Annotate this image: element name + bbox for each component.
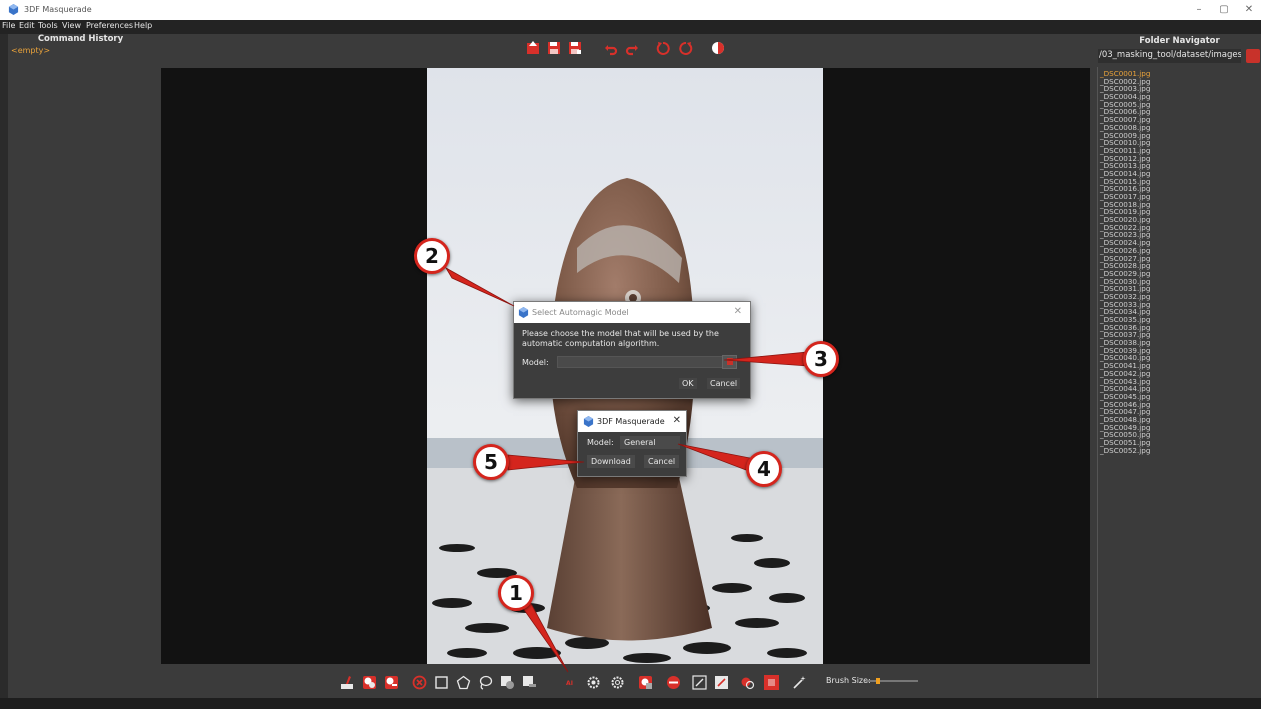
folder-path-field[interactable]: /03_masking_tool/dataset/images — [1098, 49, 1241, 63]
close-window-button[interactable]: ✕ — [1239, 3, 1259, 17]
automagic-settings-icon[interactable] — [586, 675, 601, 690]
settings-gear-icon[interactable] — [610, 675, 625, 690]
menu-help[interactable]: Help — [134, 21, 152, 30]
command-history-panel: Command History <empty> — [8, 34, 153, 698]
active-mode-icon[interactable] — [764, 675, 779, 690]
brush-size-handle[interactable] — [876, 678, 880, 684]
subtract-mask-icon[interactable] — [384, 675, 399, 690]
title-bar: 3DF Masquerade – ▢ ✕ — [0, 0, 1261, 20]
model-select[interactable]: General — [620, 436, 680, 449]
automagic-description: Please choose the model that will be use… — [522, 329, 719, 348]
rotate-right-icon[interactable] — [679, 40, 693, 56]
automagic-model-label: Model: — [522, 358, 549, 367]
ok-button[interactable]: OK — [679, 378, 697, 389]
callout-2: 2 — [414, 238, 450, 274]
mask-layer-icon[interactable] — [638, 675, 653, 690]
redo-icon[interactable] — [625, 40, 639, 56]
automagic-dialog-title: Select Automagic Model — [532, 308, 629, 317]
menu-bar: File Edit Tools View Preferences Help — [0, 20, 1261, 34]
menu-preferences[interactable]: Preferences — [86, 21, 133, 30]
lasso-tool-icon[interactable] — [478, 675, 493, 690]
open-image-icon[interactable] — [526, 40, 540, 56]
brush-size-label: Brush Size: — [826, 676, 871, 685]
callout-1: 1 — [498, 575, 534, 611]
app-logo-icon — [518, 307, 529, 318]
deselect-icon[interactable] — [412, 675, 427, 690]
download-dialog-close-button[interactable]: ✕ — [673, 415, 681, 426]
add-mask-icon[interactable] — [362, 675, 377, 690]
brush-size-slider[interactable] — [866, 676, 918, 686]
download-dialog-title: 3DF Masquerade — [597, 417, 665, 426]
download-model-dialog: 3DF Masquerade ✕ Model: General Download… — [577, 410, 687, 477]
fill-tool-icon[interactable] — [740, 675, 755, 690]
download-model-button[interactable] — [722, 355, 737, 369]
select-automagic-model-dialog: Select Automagic Model ✕ Please choose t… — [513, 301, 751, 399]
svg-text:AI: AI — [566, 680, 573, 687]
file-list: _DSC0001.jpg _DSC0002.jpg _DSC0003.jpg _DSC… — [1100, 70, 1150, 454]
browse-folder-button[interactable] — [1246, 49, 1260, 63]
app-logo-icon — [8, 4, 19, 15]
brush-add-icon[interactable] — [500, 675, 515, 690]
polygon-tool-icon[interactable] — [456, 675, 471, 690]
download-button[interactable]: Download — [587, 455, 635, 468]
automagic-dialog-titlebar: Select Automagic Model ✕ — [514, 302, 750, 323]
draw-line-filled-icon[interactable] — [714, 675, 729, 690]
draw-line-icon[interactable] — [692, 675, 707, 690]
callout-5: 5 — [473, 444, 509, 480]
menu-file[interactable]: File — [2, 21, 15, 30]
status-bar — [0, 698, 1261, 709]
maximize-button[interactable]: ▢ — [1214, 3, 1234, 17]
callout-4: 4 — [746, 451, 782, 487]
download-dialog-titlebar: 3DF Masquerade ✕ — [578, 411, 686, 432]
save-as-icon[interactable] — [568, 40, 582, 56]
clear-mask-broom-icon[interactable] — [340, 675, 355, 690]
callout-3: 3 — [803, 341, 839, 377]
window-title: 3DF Masquerade — [24, 5, 92, 14]
automagic-dialog-close-button[interactable]: ✕ — [734, 306, 742, 317]
save-icon[interactable] — [547, 40, 561, 56]
no-entry-icon[interactable] — [666, 675, 681, 690]
rotate-left-icon[interactable] — [656, 40, 670, 56]
download-model-label: Model: — [587, 438, 614, 447]
command-history-title: Command History — [8, 34, 153, 45]
brush-size-track[interactable] — [866, 680, 918, 682]
app-logo-icon — [583, 416, 594, 427]
automagic-model-field[interactable] — [557, 356, 727, 368]
download-cancel-button[interactable]: Cancel — [644, 455, 680, 468]
minimize-button[interactable]: – — [1189, 3, 1209, 17]
brush-subtract-icon[interactable] — [522, 675, 537, 690]
magic-wand-icon[interactable] — [792, 675, 807, 690]
folder-navigator-title: Folder Navigator — [1098, 36, 1261, 47]
undo-icon[interactable] — [604, 40, 618, 56]
invert-mask-icon[interactable] — [711, 40, 725, 56]
menu-edit[interactable]: Edit — [19, 21, 35, 30]
rectangle-tool-icon[interactable] — [434, 675, 449, 690]
automagic-icon[interactable]: AI — [562, 675, 577, 690]
menu-view[interactable]: View — [62, 21, 81, 30]
automagic-cancel-button[interactable]: Cancel — [707, 378, 741, 389]
menu-tools[interactable]: Tools — [38, 21, 58, 30]
command-history-empty: <empty> — [11, 46, 51, 55]
file-list-item[interactable]: _DSC0052.jpg — [1100, 446, 1150, 455]
